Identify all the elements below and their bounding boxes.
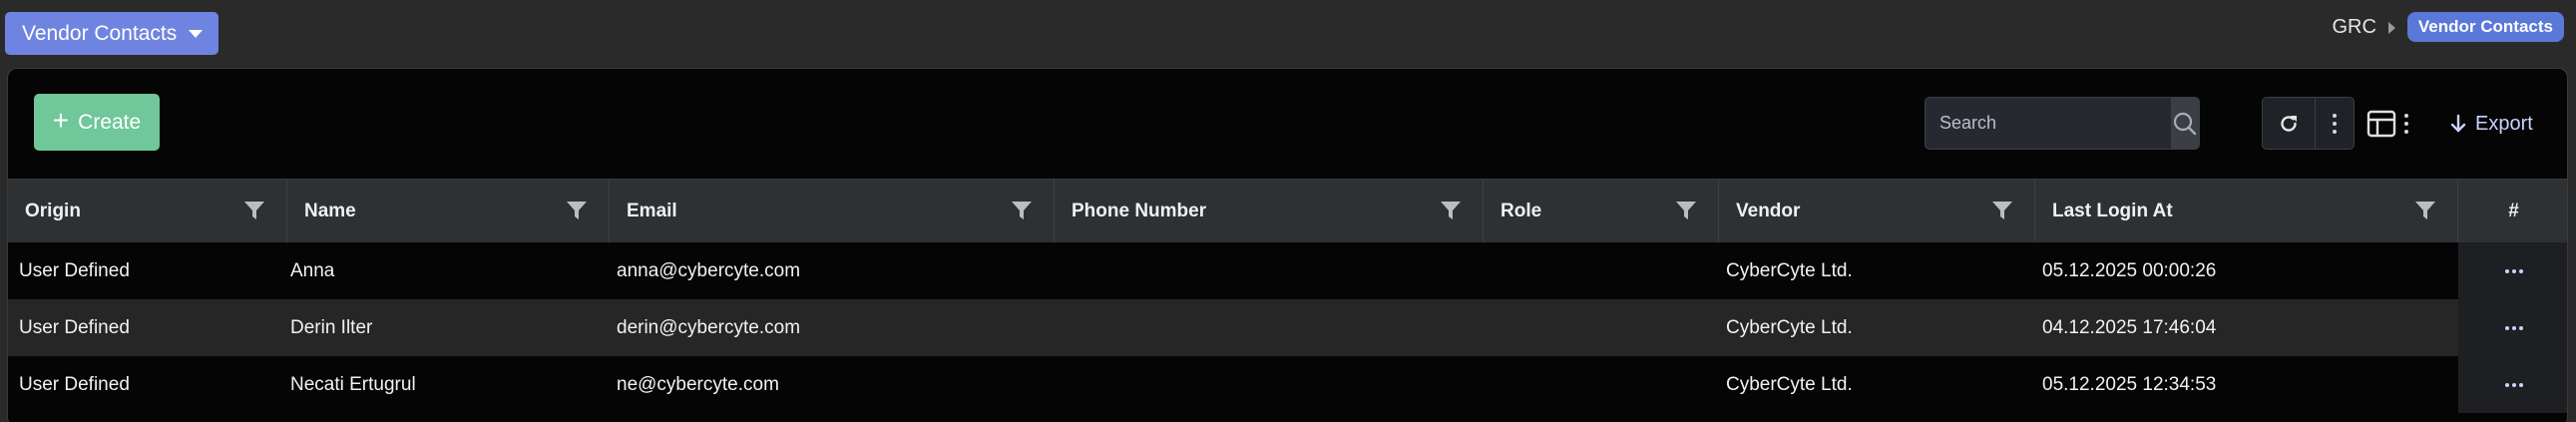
filter-icon[interactable] bbox=[567, 202, 587, 219]
cell-vendor: CyberCyte Ltd. bbox=[1726, 316, 1853, 338]
column-label: # bbox=[2508, 200, 2519, 221]
column-header-origin[interactable]: Origin bbox=[8, 180, 287, 242]
cell-name: Necati Ertugrul bbox=[290, 373, 416, 395]
column-label: Origin bbox=[25, 200, 81, 221]
row-actions-button[interactable] bbox=[2458, 356, 2567, 413]
cell-role bbox=[1484, 299, 1719, 356]
table-row[interactable]: User Defined Derin Ilter derin@cybercyte… bbox=[8, 299, 2567, 356]
search-icon bbox=[2173, 112, 2197, 135]
search-box bbox=[1925, 97, 2200, 150]
filter-icon[interactable] bbox=[1441, 202, 1461, 219]
cell-email: anna@cybercyte.com bbox=[617, 259, 801, 281]
module-select-dropdown[interactable]: Vendor Contacts bbox=[5, 12, 218, 55]
more-options-button[interactable] bbox=[2316, 98, 2354, 149]
caret-down-icon bbox=[189, 29, 204, 38]
table-row[interactable]: User Defined Anna anna@cybercyte.com Cyb… bbox=[8, 242, 2567, 299]
cell-phone-number bbox=[1055, 299, 1484, 356]
cell-email: derin@cybercyte.com bbox=[617, 316, 801, 338]
table-row[interactable]: User Defined Necati Ertugrul ne@cybercyt… bbox=[8, 356, 2567, 413]
table-header: Origin Name Email Phone Number Role Vend… bbox=[8, 179, 2567, 242]
column-header-actions: # bbox=[2458, 180, 2567, 242]
create-button[interactable]: + Create bbox=[34, 94, 160, 151]
cell-origin: User Defined bbox=[19, 316, 130, 338]
cell-email: ne@cybercyte.com bbox=[617, 373, 779, 395]
cell-vendor: CyberCyte Ltd. bbox=[1726, 373, 1853, 395]
filter-icon[interactable] bbox=[1992, 202, 2012, 219]
cell-phone-number bbox=[1055, 242, 1484, 299]
filter-icon[interactable] bbox=[1012, 202, 1032, 219]
breadcrumb-root[interactable]: GRC bbox=[2332, 16, 2375, 39]
more-horizontal-icon bbox=[2504, 268, 2523, 273]
more-horizontal-icon bbox=[2504, 325, 2523, 330]
cell-name: Derin Ilter bbox=[290, 316, 373, 338]
column-label: Vendor bbox=[1736, 200, 1801, 221]
cell-role bbox=[1484, 356, 1719, 413]
cell-vendor: CyberCyte Ltd. bbox=[1726, 259, 1853, 281]
cell-role bbox=[1484, 242, 1719, 299]
cell-name: Anna bbox=[290, 259, 335, 281]
more-vertical-icon bbox=[2404, 114, 2408, 134]
plus-icon: + bbox=[52, 105, 70, 136]
export-button-label: Export bbox=[2475, 112, 2533, 135]
chevron-right-icon bbox=[2387, 22, 2395, 34]
export-button[interactable]: Export bbox=[2449, 107, 2533, 141]
column-label: Phone Number bbox=[1072, 200, 1207, 221]
create-button-label: Create bbox=[78, 110, 142, 134]
filter-icon[interactable] bbox=[2415, 202, 2435, 219]
column-label: Email bbox=[627, 200, 677, 221]
column-header-role[interactable]: Role bbox=[1484, 180, 1719, 242]
column-label: Role bbox=[1501, 200, 1542, 221]
column-layout-button[interactable] bbox=[2366, 104, 2426, 144]
cell-last-login-at: 04.12.2025 17:46:04 bbox=[2042, 316, 2217, 338]
arrow-down-icon bbox=[2450, 114, 2466, 133]
search-input[interactable] bbox=[1926, 98, 2171, 149]
column-header-name[interactable]: Name bbox=[287, 180, 610, 242]
column-header-vendor[interactable]: Vendor bbox=[1719, 180, 2035, 242]
column-header-email[interactable]: Email bbox=[610, 180, 1055, 242]
column-header-last-login-at[interactable]: Last Login At bbox=[2035, 180, 2458, 242]
column-label: Last Login At bbox=[2052, 200, 2173, 221]
search-button[interactable] bbox=[2171, 98, 2199, 149]
filter-icon[interactable] bbox=[244, 202, 264, 219]
row-actions-button[interactable] bbox=[2458, 299, 2567, 356]
row-actions-button[interactable] bbox=[2458, 242, 2567, 299]
cell-last-login-at: 05.12.2025 00:00:26 bbox=[2042, 259, 2217, 281]
cell-origin: User Defined bbox=[19, 259, 130, 281]
breadcrumb: GRC Vendor Contacts bbox=[2332, 11, 2564, 43]
cell-origin: User Defined bbox=[19, 373, 130, 395]
breadcrumb-current: Vendor Contacts bbox=[2406, 12, 2564, 42]
refresh-button-group bbox=[2262, 97, 2355, 150]
top-bar: Vendor Contacts GRC Vendor Contacts bbox=[0, 0, 2576, 70]
column-label: Name bbox=[304, 200, 356, 221]
refresh-icon bbox=[2281, 115, 2297, 132]
vendor-contacts-panel: + Create Search Export Origin Name Email… bbox=[7, 68, 2568, 422]
module-select-label: Vendor Contacts bbox=[22, 21, 178, 45]
filter-icon[interactable] bbox=[1676, 202, 1696, 219]
table-toolbar: + Create Search Export bbox=[8, 69, 2567, 179]
refresh-button[interactable] bbox=[2263, 98, 2316, 149]
vendor-contacts-table: Origin Name Email Phone Number Role Vend… bbox=[8, 179, 2567, 413]
layout-icon bbox=[2366, 110, 2396, 138]
more-horizontal-icon bbox=[2504, 382, 2523, 387]
more-vertical-icon bbox=[2333, 113, 2337, 134]
cell-last-login-at: 05.12.2025 12:34:53 bbox=[2042, 373, 2217, 395]
cell-phone-number bbox=[1055, 356, 1484, 413]
column-header-phone-number[interactable]: Phone Number bbox=[1055, 180, 1484, 242]
